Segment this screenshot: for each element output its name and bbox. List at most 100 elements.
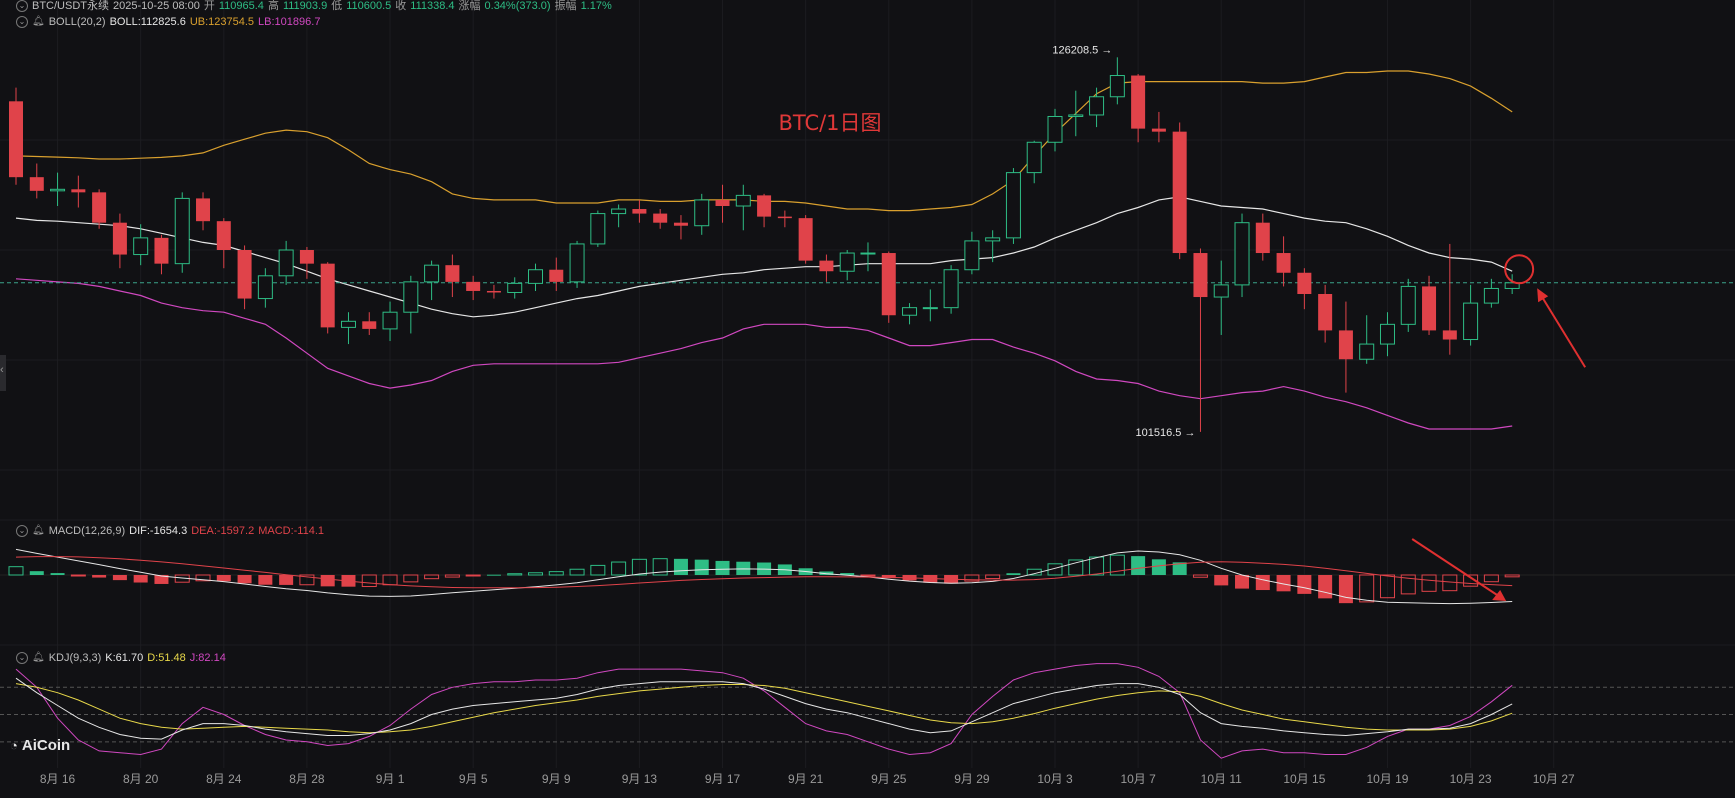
bell-icon[interactable]: 🔔︎	[32, 523, 45, 539]
collapse-icon[interactable]: ⌄	[16, 652, 28, 664]
candle	[382, 301, 398, 342]
open-value: 110965.4	[218, 0, 264, 12]
collapse-icon[interactable]: ⌄	[16, 525, 28, 537]
boll-name[interactable]: BOLL(20,2)	[49, 14, 106, 30]
candle-body	[1422, 286, 1437, 331]
macd-bar	[673, 558, 688, 575]
candle-body	[653, 213, 668, 223]
logo-icon: ◔	[10, 738, 18, 753]
candle	[174, 192, 190, 273]
bell-icon[interactable]: 🔔︎	[32, 14, 45, 30]
macd-bar	[569, 568, 585, 576]
macd-header: ⌄ 🔔︎ MACD(12,26,9) DIF:-1654.3 DEA:-1597…	[16, 523, 324, 539]
candle	[507, 277, 523, 299]
chart-title: BTC/1日图	[778, 111, 881, 135]
candle-body	[196, 198, 211, 222]
candle-body	[278, 249, 294, 277]
candle-body	[507, 282, 523, 293]
macd-bar	[1338, 575, 1353, 604]
x-tick-label: 10月 23	[1450, 772, 1492, 786]
boll-lb-line	[15, 278, 1513, 430]
candle	[71, 175, 86, 208]
macd-bar	[29, 571, 44, 575]
macd-bar	[860, 574, 876, 577]
x-tick-label: 8月 28	[289, 772, 325, 786]
macd-bar	[133, 575, 148, 583]
candle-body	[154, 237, 169, 264]
macd-bar	[1483, 574, 1499, 583]
candle	[9, 87, 23, 185]
candle-body	[237, 250, 252, 299]
x-tick-label: 9月 17	[705, 772, 741, 786]
collapse-icon[interactable]: ⌄	[16, 0, 28, 12]
candle	[735, 184, 751, 231]
candle	[1131, 74, 1146, 143]
x-axis: 8月 16 8月 20 8月 24 8月 28 9月 1 9月 5 9月 9 9月 13 9月 …	[40, 772, 1575, 786]
candle	[653, 209, 668, 229]
candle	[798, 215, 813, 264]
boll-ub-value: UB:123754.5	[189, 16, 255, 28]
candle-body	[549, 269, 564, 282]
candle-body	[216, 221, 231, 250]
change-label: 涨幅	[458, 0, 481, 12]
candle	[922, 289, 938, 322]
macd-bar	[403, 574, 419, 583]
candle	[278, 240, 294, 285]
candle-body	[424, 264, 440, 283]
close-value: 111338.4	[410, 0, 455, 12]
candle	[29, 163, 44, 199]
candle-body	[715, 199, 730, 206]
candle-body	[1026, 141, 1042, 174]
candle	[1005, 168, 1021, 244]
macd-bar	[112, 575, 127, 581]
x-tick-label: 9月 29	[954, 772, 990, 786]
x-tick-label: 10月 7	[1120, 772, 1156, 786]
boll-ub-line	[15, 70, 1513, 212]
candle-body	[1379, 323, 1395, 345]
candle-body	[29, 177, 44, 191]
boll-mid-value: BOLL:112825.6	[109, 16, 186, 28]
macd-bar	[528, 572, 543, 576]
candle	[881, 251, 896, 323]
candle-body	[1442, 330, 1457, 340]
candle	[257, 268, 273, 308]
candle-body	[1400, 285, 1416, 325]
candle	[819, 254, 834, 282]
macd-name[interactable]: MACD(12,26,9)	[49, 523, 125, 539]
macd-dea-value: DEA:-1597.2	[191, 525, 255, 537]
candle	[154, 234, 169, 275]
candle	[694, 193, 710, 235]
candle-body	[50, 188, 66, 192]
candle	[839, 250, 855, 281]
collapse-icon[interactable]: ⌄	[16, 16, 28, 28]
macd-bar	[1192, 574, 1208, 578]
kdj-j-line	[15, 663, 1513, 759]
candle-body	[382, 311, 398, 330]
candle-body	[466, 281, 481, 291]
x-tick-label: 10月 11	[1201, 772, 1242, 786]
macd-bar	[590, 564, 606, 576]
bell-icon[interactable]: 🔔︎	[32, 650, 45, 666]
candle-body	[528, 269, 543, 284]
candle	[1234, 213, 1250, 298]
macd-bar	[1214, 575, 1229, 586]
macd-bar	[465, 574, 481, 577]
candle-body	[943, 269, 959, 309]
amp-label: 振幅	[554, 0, 577, 12]
macd-bar	[1504, 574, 1520, 578]
kdj-header: ⌄ 🔔︎ KDJ(9,3,3) K:61.70 D:51.48 J:82.14	[16, 650, 226, 666]
kdj-name[interactable]: KDJ(9,3,3)	[49, 650, 102, 666]
change-value: 0.34%(373.0)	[484, 0, 551, 12]
candle	[299, 246, 314, 279]
candle	[549, 257, 564, 291]
macd-bar	[258, 575, 273, 585]
side-panel-toggle[interactable]	[0, 355, 6, 391]
candle	[424, 260, 440, 301]
candle	[466, 275, 481, 301]
candle	[528, 263, 543, 291]
macd-bar	[320, 575, 335, 587]
chart-canvas[interactable]: BTC/1日图126208.5 →101516.5 →8月 16 8月 20 8月 …	[0, 0, 1735, 798]
candle-body	[1172, 131, 1187, 254]
candle	[777, 210, 792, 228]
candle	[1422, 275, 1437, 335]
